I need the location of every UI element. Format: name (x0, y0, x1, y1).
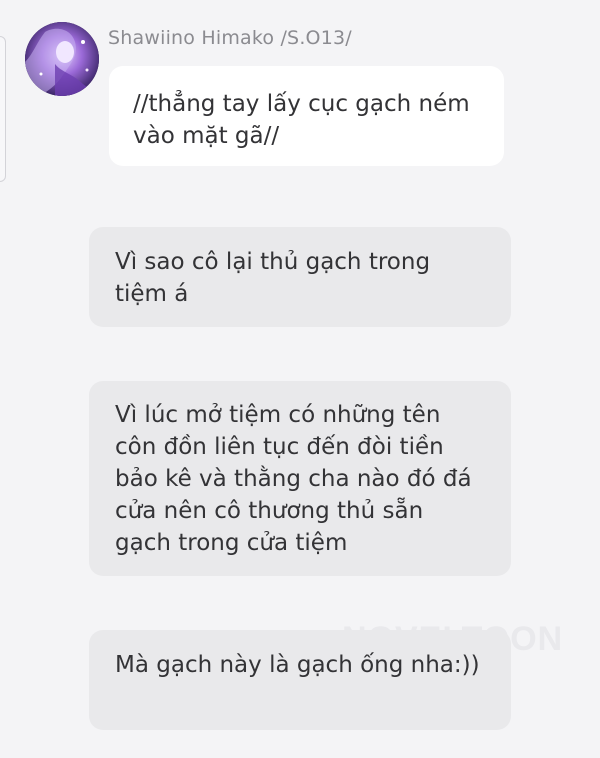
side-drawer-handle[interactable] (0, 36, 6, 182)
received-message-bubble[interactable]: Vì lúc mở tiệm có những tên côn đồn liên… (89, 381, 511, 576)
sender-name: Shawiino Himako /S.O13/ (108, 27, 352, 49)
avatar-portrait-icon (25, 22, 99, 96)
avatar[interactable] (25, 22, 99, 96)
sent-message-bubble[interactable]: //thẳng tay lấy cục gạch ném vào mặt gã/… (109, 66, 504, 166)
received-message-bubble[interactable]: Vì sao cô lại thủ gạch trong tiệm á (89, 227, 511, 327)
chat-screen: Shawiino Himako /S.O13/ //thẳng tay lấy … (0, 0, 600, 758)
received-message-bubble[interactable]: Mà gạch này là gạch ống nha:)) (89, 630, 511, 730)
